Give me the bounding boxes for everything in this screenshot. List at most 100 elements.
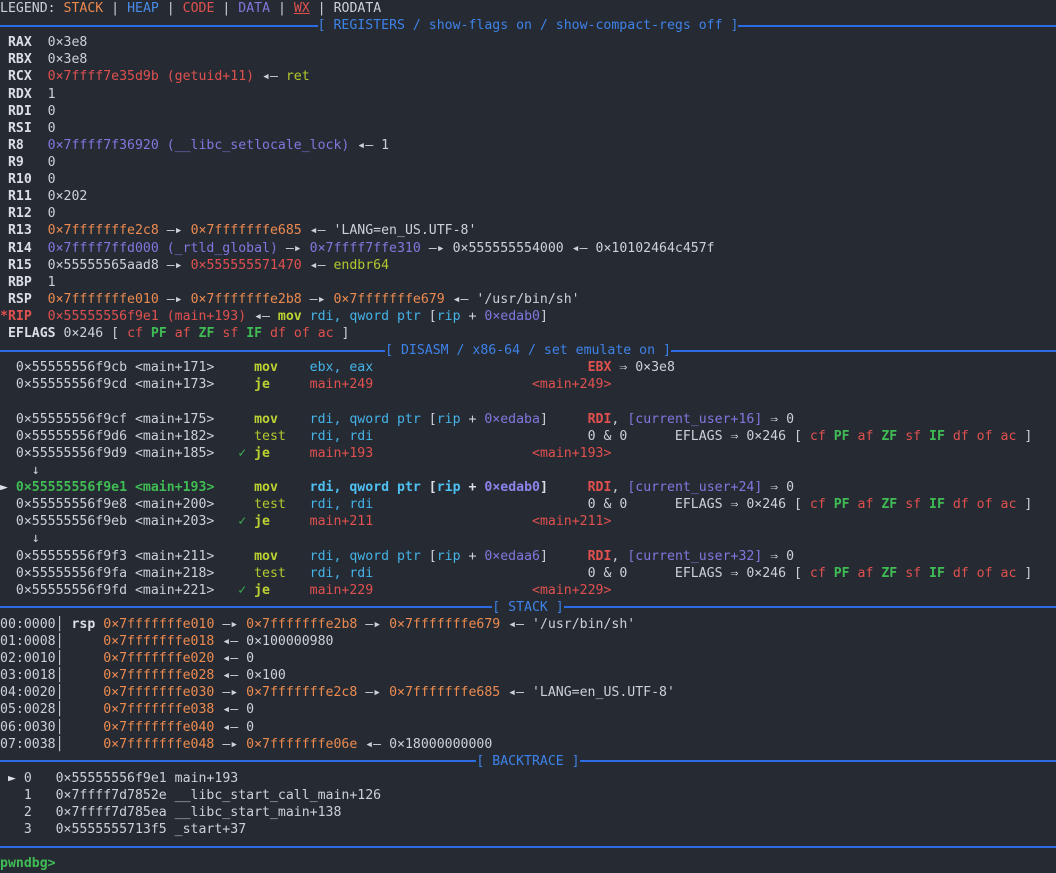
text-segment: main+249 xyxy=(310,377,374,392)
text-segment: 0 xyxy=(246,720,254,735)
legend-code: CODE xyxy=(183,1,215,16)
panel-title: [ REGISTERS / show-flags on / show-compa… xyxy=(318,17,739,34)
stack-row: 07:0038│ 0×7fffffffe048 —▸ 0×7fffffffe06… xyxy=(0,736,1056,753)
disasm-header: [ DISASM / x86-64 / set emulate on ] xyxy=(0,342,1056,359)
instruction-pointer-icon: ► xyxy=(0,480,16,495)
text-segment: │ xyxy=(56,702,104,717)
text-segment: ◂— xyxy=(214,720,246,735)
text-segment: ZF xyxy=(881,497,905,512)
text-segment: <main+249> xyxy=(532,377,611,392)
text-segment: rdi, qword ptr xyxy=(310,309,429,324)
text-segment: 0×7fffffffe685 xyxy=(389,685,500,700)
text-segment: ◂— xyxy=(500,617,532,632)
stack-offset: 05:0028 xyxy=(0,702,56,717)
register-name: R10 xyxy=(0,172,48,187)
register-name: rsp xyxy=(71,617,95,632)
text-segment: main+193 xyxy=(310,446,374,461)
text-segment: 0×7fffffffe2c8 xyxy=(48,223,159,238)
text-segment: │ xyxy=(56,634,104,649)
text-segment: ⇒ 0×3e8 xyxy=(611,360,675,375)
register-name: RCX xyxy=(0,69,48,84)
register-name: R13 xyxy=(0,223,48,238)
prompt-line[interactable]: pwndbg> xyxy=(0,855,1056,872)
text-segment: │ xyxy=(56,685,104,700)
register-name: R12 xyxy=(0,206,48,221)
text-segment xyxy=(373,497,587,512)
text-segment: 0×3e8 xyxy=(48,35,88,50)
disasm-row: 0×55555556f9fd <main+221> ✓ je main+229 … xyxy=(0,582,1056,599)
text-segment: rip xyxy=(437,480,461,495)
text-segment xyxy=(373,360,587,375)
text-segment: —▸ xyxy=(421,241,453,256)
text-segment: test xyxy=(254,566,310,581)
text-segment: 0×7ffff7ffd000 (_rtld_global) xyxy=(48,241,278,256)
stack-row: 02:0010│ 0×7fffffffe020 ◂— 0 xyxy=(0,650,1056,667)
text-segment: [current_user+16] xyxy=(627,412,762,427)
text-segment: 0×edab0 xyxy=(484,480,540,495)
register-name: R9 xyxy=(0,155,48,170)
text-segment: ◂— xyxy=(302,258,334,273)
register-row: R10 0 xyxy=(0,171,1056,188)
register-name: R15 xyxy=(0,258,48,273)
text-segment: —▸ xyxy=(159,292,191,307)
text-segment: ⇒ 0 xyxy=(762,480,794,495)
register-name: R8 xyxy=(0,138,48,153)
text-segment: 0×55555556f9e8 <main+200> xyxy=(0,497,254,512)
disasm-panel: [ DISASM / x86-64 / set emulate on ] 0×5… xyxy=(0,342,1056,599)
backtrace-header: [ BACKTRACE ] xyxy=(0,753,1056,770)
legend-data: DATA xyxy=(238,1,270,16)
text-segment: of xyxy=(294,326,318,341)
text-segment: 0×7fffffffe679 xyxy=(389,617,500,632)
text-segment: cf xyxy=(127,326,151,341)
text-segment: RDI xyxy=(588,549,612,564)
text-segment: 0×55555556f9e1 <main+193> xyxy=(16,480,215,495)
register-row: R15 0×55555565aad8 —▸ 0×555555571470 ◂— … xyxy=(0,257,1056,274)
text-segment: —▸ xyxy=(302,292,334,307)
text-segment: | xyxy=(270,1,294,16)
register-row: RDX 1 xyxy=(0,86,1056,103)
text-segment: ◂— xyxy=(214,651,246,666)
register-row: R13 0×7fffffffe2c8 —▸ 0×7fffffffe685 ◂— … xyxy=(0,222,1056,239)
stack-offset: 03:0018 xyxy=(0,668,56,683)
text-segment: 0×7fffffffe040 xyxy=(103,720,214,735)
text-segment: 0×55555556f9cd <main+173> xyxy=(0,377,254,392)
text-segment: [ xyxy=(429,480,437,495)
text-segment: 0×7ffff7ffe310 xyxy=(310,241,421,256)
text-segment: LEGEND: xyxy=(0,1,64,16)
text-segment: main+211 xyxy=(310,514,374,529)
branch-taken-icon: ✓ xyxy=(238,583,246,598)
disasm-row: ↓ xyxy=(0,462,1056,479)
text-segment: 0×100000980 xyxy=(246,634,333,649)
text-segment: 0×7fffffffe2b8 xyxy=(191,292,302,307)
text-segment: 0×edab0 xyxy=(484,309,540,324)
stack-offset: 07:0038 xyxy=(0,737,56,752)
text-segment: ] xyxy=(540,309,548,324)
text-segment: af xyxy=(175,326,199,341)
text-segment: 0×55555556f9d6 <main+182> xyxy=(0,429,254,444)
text-segment: 0×202 xyxy=(48,189,88,204)
text-segment: 1 xyxy=(381,138,389,153)
text-segment: 0×55555556f9eb <main+203> xyxy=(0,514,238,529)
text-segment: rdi, rdi xyxy=(310,497,374,512)
text-segment: af xyxy=(858,497,882,512)
text-segment: 0 & 0 EFLAGS ⇒ 0×246 [ xyxy=(588,566,810,581)
register-row: R11 0×202 xyxy=(0,188,1056,205)
text-segment: ◂— xyxy=(302,223,334,238)
text-segment: | xyxy=(214,1,238,16)
text-segment: 0×7ffff7d785ea __libc_start_main+138 xyxy=(56,805,342,820)
text-segment: | xyxy=(310,1,334,16)
register-name: RDX xyxy=(0,87,48,102)
text-segment: 0×7fffffffe679 xyxy=(333,292,444,307)
text-segment: 0×edaa6 xyxy=(484,549,540,564)
text-segment: —▸ xyxy=(159,223,191,238)
text-segment: 0×246 [ xyxy=(64,326,128,341)
text-segment: je xyxy=(254,514,310,529)
text-segment: sf xyxy=(222,326,246,341)
text-segment: —▸ xyxy=(214,685,246,700)
text-segment: rdi, qword ptr xyxy=(310,480,429,495)
text-segment: rip xyxy=(437,412,461,427)
text-segment: <main+229> xyxy=(532,583,611,598)
text-segment: 0×7ffff7e35d9b (getuid+11) xyxy=(48,69,254,84)
text-segment: 0×7fffffffe010 xyxy=(103,617,214,632)
stack-row: 05:0028│ 0×7fffffffe038 ◂— 0 xyxy=(0,701,1056,718)
